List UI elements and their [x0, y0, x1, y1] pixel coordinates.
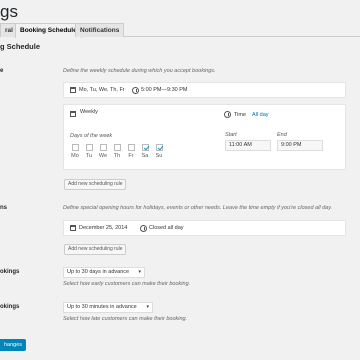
tab-notifications[interactable]: Notifications [75, 23, 125, 37]
chevron-down-icon: ▾ [138, 269, 141, 275]
rule-days: Mo, Tu, We, Th, Fr [79, 87, 125, 93]
end-time-input[interactable]: 9:00 PM [277, 140, 323, 151]
save-changes-button[interactable]: hanges [0, 339, 27, 351]
day-label-sa: Sa [141, 153, 149, 159]
clock-icon [132, 87, 139, 94]
calendar-icon [70, 225, 76, 231]
exception-date: December 25, 2014 [79, 225, 128, 231]
add-scheduling-rule-button[interactable]: Add new scheduling rule [64, 179, 127, 190]
day-label-fr: Fr [128, 153, 134, 159]
schedule-rule-2: Weekly Time All day Days of the week Mo … [63, 104, 346, 170]
schedule-label: e [0, 68, 4, 74]
early-bookings-value: Up to 30 days in advance [67, 269, 130, 275]
day-label-su: Su [155, 153, 163, 159]
exception-rule-1[interactable]: December 25, 2014 Closed all day [63, 220, 346, 236]
day-label-mo: Mo [71, 153, 79, 159]
chevron-down-icon: ▾ [146, 304, 149, 310]
day-label-we: We [98, 153, 108, 159]
schedule-rule-1[interactable]: Mo, Tu, We, Th, Fr 5:00 PM—9:30 PM [63, 82, 346, 98]
day-label-th: Th [113, 153, 121, 159]
exceptions-description: Define special opening hours for holiday… [63, 205, 333, 211]
frequency-select[interactable]: Weekly [70, 108, 110, 119]
page-title: gs [0, 2, 18, 21]
exception-status: Closed all day [149, 225, 184, 231]
rule-time: 5:00 PM—9:30 PM [141, 87, 188, 93]
tab-booking-schedule[interactable]: Booking Schedule [15, 23, 82, 38]
day-checkbox-th[interactable] [114, 144, 121, 151]
day-checkbox-tu[interactable] [86, 144, 93, 151]
early-bookings-select[interactable]: Up to 30 days in advance ▾ [63, 267, 145, 278]
early-bookings-label: okings [0, 269, 20, 275]
early-bookings-description: Select how early customers can make thei… [63, 281, 191, 287]
calendar-icon [70, 87, 76, 93]
late-bookings-select[interactable]: Up to 30 minutes in advance ▾ [63, 302, 153, 313]
clock-icon [224, 111, 231, 118]
start-time-input[interactable]: 11:00 AM [225, 140, 271, 151]
day-checkbox-sa[interactable] [142, 144, 149, 151]
late-bookings-label: okings [0, 304, 20, 310]
day-checkbox-mo[interactable] [72, 144, 79, 151]
days-of-week-label: Days of the week [70, 133, 113, 139]
add-exception-rule-button[interactable]: Add new scheduling rule [64, 244, 127, 255]
section-title: g Schedule [0, 42, 41, 51]
end-label: End [277, 132, 287, 138]
start-label: Start [225, 132, 237, 138]
schedule-description: Define the weekly schedule during which … [63, 68, 216, 74]
late-bookings-value: Up to 30 minutes in advance [67, 304, 137, 310]
exceptions-label: ns [0, 205, 8, 211]
clock-icon [140, 225, 147, 232]
late-bookings-description: Select how late customers can make their… [63, 316, 188, 322]
day-label-tu: Tu [85, 153, 93, 159]
day-checkbox-su[interactable] [156, 144, 163, 151]
day-checkbox-fr[interactable] [128, 144, 135, 151]
day-checkbox-we[interactable] [100, 144, 107, 151]
all-day-link[interactable]: All day [252, 112, 269, 118]
time-label: Time [234, 112, 247, 118]
